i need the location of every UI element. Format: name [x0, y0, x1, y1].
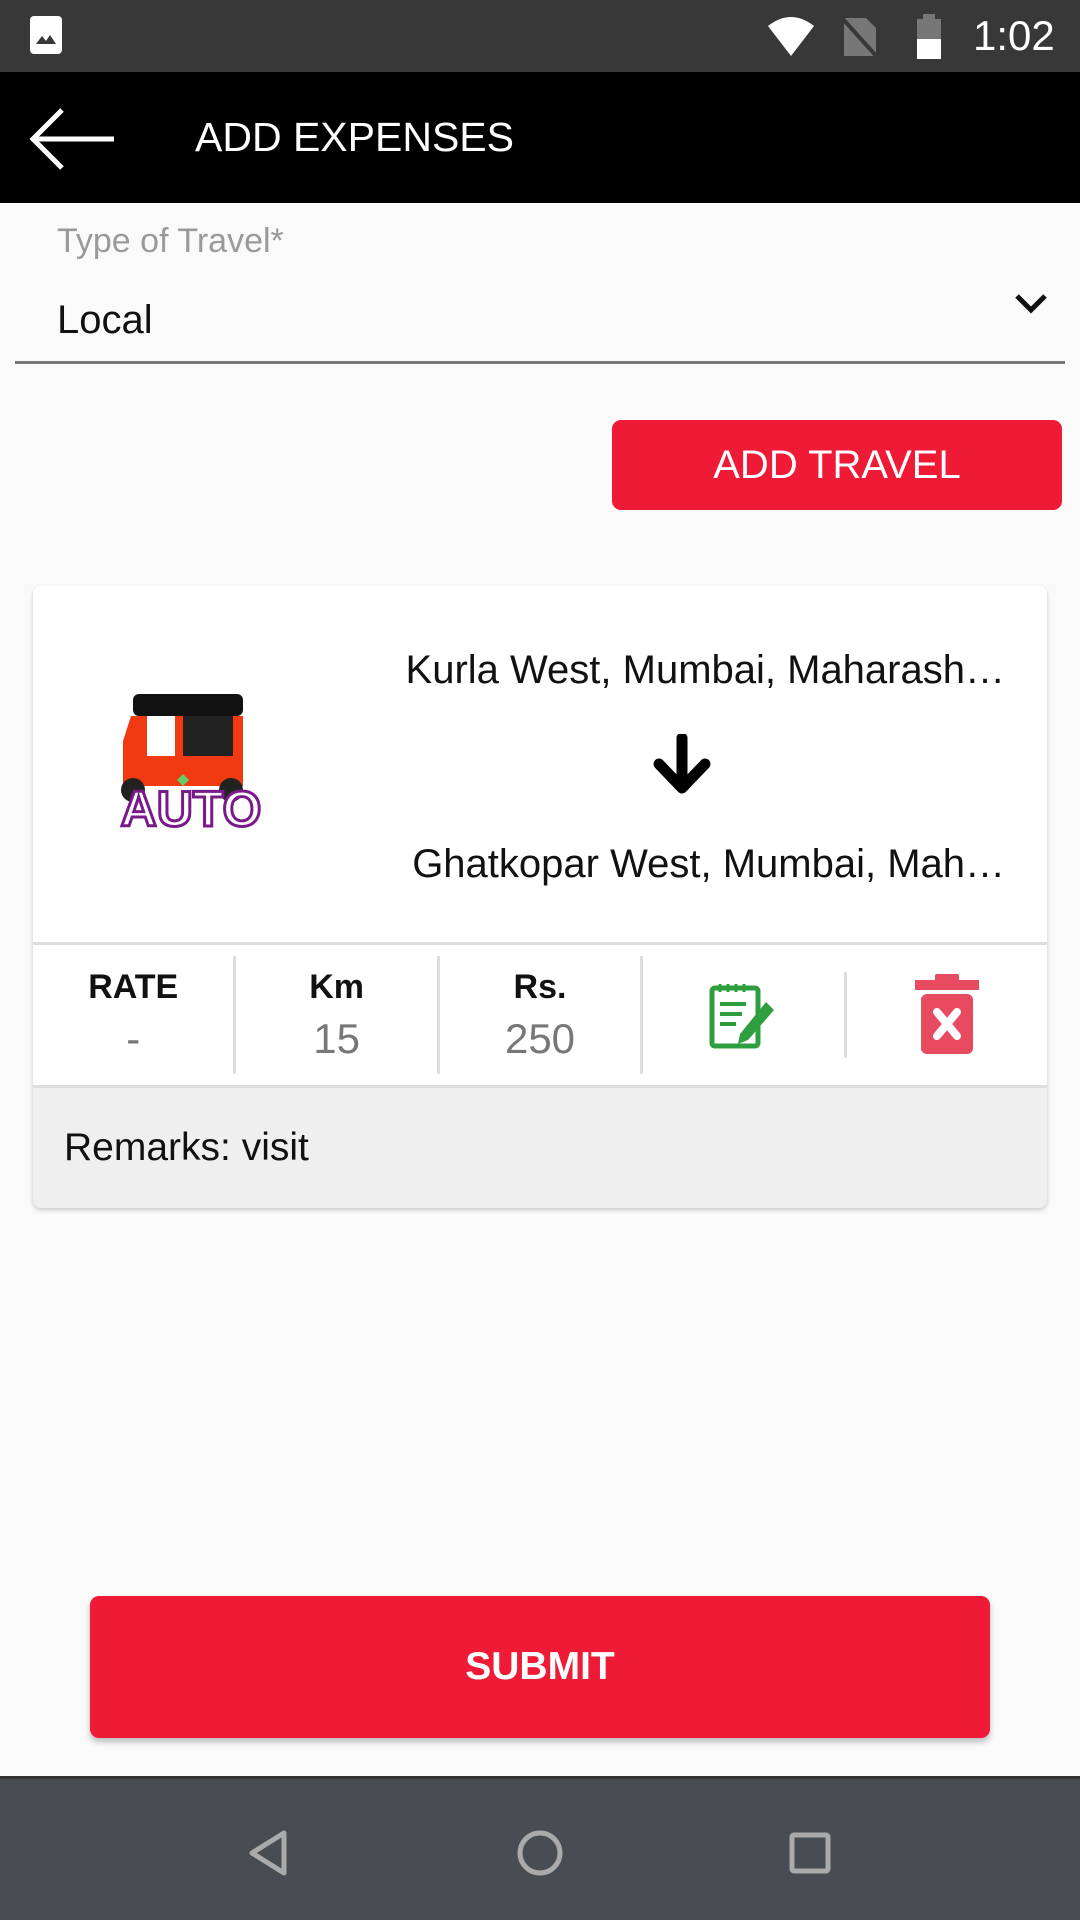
- travel-card: AUTO Kurla West, Mumbai, Maharash… Ghatk…: [33, 586, 1047, 1208]
- auto-label: AUTO: [121, 781, 262, 836]
- stat-value: 15: [313, 1014, 360, 1062]
- stat-header: RATE: [88, 967, 179, 1006]
- auto-rickshaw-icon: AUTO: [119, 694, 263, 836]
- no-sim-icon: [840, 16, 880, 58]
- delete-button[interactable]: [847, 972, 1047, 1058]
- from-location: Kurla West, Mumbai, Maharash…: [405, 648, 1005, 692]
- stat-km: Km 15: [236, 956, 440, 1074]
- stat-value: 250: [504, 1014, 576, 1062]
- stats-row: RATE - Km 15 Rs. 250: [33, 942, 1047, 1088]
- edit-icon[interactable]: [708, 980, 778, 1050]
- add-travel-button[interactable]: ADD TRAVEL: [612, 420, 1062, 510]
- stat-value: -: [126, 1014, 141, 1062]
- travel-type-label: Type of Travel*: [57, 222, 284, 260]
- to-location: Ghatkopar West, Mumbai, Mah…: [412, 842, 1005, 886]
- stat-header: Rs.: [513, 967, 567, 1006]
- stat-amount: Rs. 250: [440, 956, 644, 1074]
- submit-button[interactable]: SUBMIT: [90, 1596, 990, 1738]
- stat-rate: RATE -: [33, 956, 237, 1074]
- travel-type-value[interactable]: Local: [57, 298, 153, 343]
- app-bar: ADD EXPENSES: [0, 72, 1080, 203]
- clock: 1:02: [973, 12, 1055, 59]
- remarks: Remarks: visit: [33, 1088, 1047, 1208]
- battery-icon: [917, 14, 941, 59]
- image-icon: [30, 16, 62, 54]
- nav-back-icon[interactable]: [246, 1829, 294, 1877]
- arrow-down-icon: [653, 734, 711, 794]
- edit-button[interactable]: [643, 972, 847, 1058]
- page-title: ADD EXPENSES: [195, 114, 514, 160]
- navigation-bar: [0, 1776, 1080, 1920]
- arrow-left-icon[interactable]: [28, 106, 118, 172]
- status-bar: 1:02: [0, 0, 1080, 72]
- dropdown-underline: [15, 361, 1065, 364]
- nav-recents-icon[interactable]: [786, 1829, 834, 1877]
- nav-home-icon[interactable]: [516, 1829, 564, 1877]
- delete-icon[interactable]: [914, 974, 979, 1056]
- chevron-down-icon[interactable]: [1013, 292, 1049, 316]
- stat-header: Km: [309, 967, 364, 1006]
- wifi-icon: [768, 17, 814, 56]
